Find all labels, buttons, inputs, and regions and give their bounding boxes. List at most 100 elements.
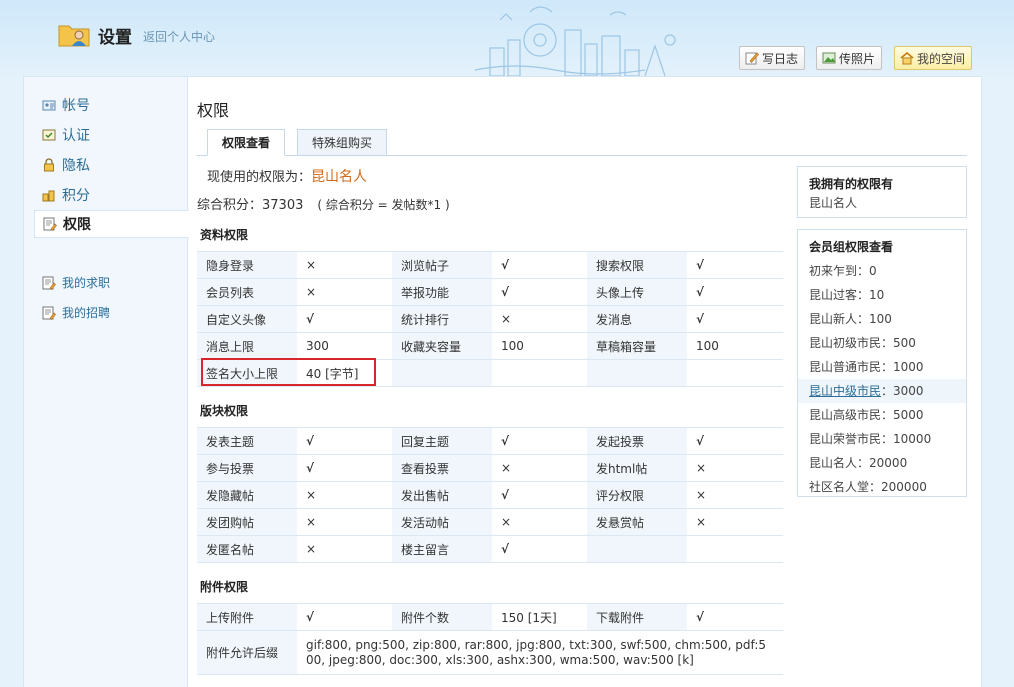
attachment-permissions-table: 上传附件 √ 附件个数 150 [1天] 下载附件 √ 附件允许后缀 gif:8… bbox=[197, 603, 783, 675]
sidebar-item-certify[interactable]: 认证 bbox=[34, 121, 188, 149]
my-space-label: 我的空间 bbox=[917, 51, 966, 66]
write-diary-button[interactable]: 写日志 bbox=[739, 46, 806, 70]
table-cell-value: × bbox=[297, 278, 392, 306]
photo-icon bbox=[822, 52, 836, 64]
table-cell-value: √ bbox=[492, 481, 587, 509]
sidebar-sub-label: 我的求职 bbox=[62, 276, 111, 290]
separator: ： bbox=[881, 432, 894, 446]
sidebar-item-credits[interactable]: 积分 bbox=[34, 181, 188, 209]
sidebar-item-label: 认证 bbox=[62, 128, 90, 144]
tab-special-group-buy[interactable]: 特殊组购买 bbox=[297, 129, 388, 156]
table-cell-value: √ bbox=[297, 427, 392, 455]
table-row: 发表主题 √ 回复主题 √ 发起投票 √ bbox=[197, 427, 783, 455]
group-name: 昆山名人 bbox=[809, 456, 858, 470]
back-to-center-link[interactable]: 返回个人中心 bbox=[143, 28, 215, 45]
table-cell-label: 浏览帖子 bbox=[392, 251, 492, 279]
sidebar-item-privacy[interactable]: 隐私 bbox=[34, 151, 188, 179]
group-item[interactable]: 昆山中级市民：3000 bbox=[798, 379, 966, 403]
sidebar-item-label: 积分 bbox=[62, 188, 90, 204]
table-cell-label: 回复主题 bbox=[392, 427, 492, 455]
table-cell-label: 附件允许后缀 bbox=[197, 630, 297, 675]
table-cell-label: 参与投票 bbox=[197, 454, 297, 482]
current-permission-value: 昆山名人 bbox=[311, 169, 368, 185]
edit-icon bbox=[42, 306, 56, 320]
group-value: 0 bbox=[869, 264, 877, 278]
group-name[interactable]: 昆山中级市民 bbox=[809, 384, 881, 398]
table-cell-value: × bbox=[297, 251, 392, 279]
credit-formula: ( 综合积分 = 发帖数*1 ) bbox=[317, 198, 450, 212]
separator: ： bbox=[857, 288, 870, 302]
table-cell-value: × bbox=[492, 305, 587, 333]
group-item: 昆山过客：10 bbox=[798, 283, 966, 307]
table-cell-label: 草稿箱容量 bbox=[587, 332, 687, 360]
sidebar-item-my-recruit[interactable]: 我的招聘 bbox=[42, 304, 110, 321]
sidebar-item-account[interactable]: 帐号 bbox=[34, 91, 188, 119]
table-cell-label: 发消息 bbox=[587, 305, 687, 333]
home-icon bbox=[900, 52, 914, 65]
separator: ： bbox=[857, 264, 870, 278]
sidebar-item-label: 帐号 bbox=[62, 98, 90, 114]
table-cell-value bbox=[492, 359, 587, 387]
table-cell-label: 搜索权限 bbox=[587, 251, 687, 279]
table-cell-value: × bbox=[687, 454, 783, 482]
table-cell-value: √ bbox=[687, 603, 783, 631]
group-name: 昆山高级市民 bbox=[809, 408, 882, 422]
table-cell-label: 发隐藏帖 bbox=[197, 481, 297, 509]
table-row: 附件允许后缀 gif:800, png:500, zip:800, rar:80… bbox=[197, 630, 783, 675]
group-item: 昆山名人：20000 bbox=[798, 451, 966, 475]
current-permission: 现使用的权限为：昆山名人 bbox=[207, 166, 367, 186]
table-cell-value: √ bbox=[297, 454, 392, 482]
owned-permission-value: 昆山名人 bbox=[809, 196, 858, 210]
group-permissions-title: 会员组权限查看 bbox=[809, 240, 894, 254]
table-cell-value: √ bbox=[492, 278, 587, 306]
table-row: 发匿名帖 × 楼主留言 √ bbox=[197, 535, 783, 563]
separator: ： bbox=[857, 456, 870, 470]
group-name: 昆山荣誉市民 bbox=[809, 432, 882, 446]
table-cell-value: 100 bbox=[687, 332, 783, 360]
board-permissions-table: 发表主题 √ 回复主题 √ 发起投票 √ 参与投票 √ 查看投票 × 发html帖 × 发隐藏帖 × 发出售… bbox=[197, 427, 783, 563]
table-cell-value: × bbox=[297, 508, 392, 536]
sidebar-item-permission[interactable]: 权限 bbox=[34, 210, 189, 238]
group-value: 100 bbox=[869, 312, 892, 326]
group-value: 3000 bbox=[893, 384, 924, 398]
sidebar-item-my-job-search[interactable]: 我的求职 bbox=[42, 274, 110, 291]
group-name: 昆山普通市民 bbox=[809, 360, 882, 374]
group-item: 昆山普通市民：1000 bbox=[798, 355, 966, 379]
separator: ： bbox=[881, 336, 894, 350]
table-cell-label: 发团购帖 bbox=[197, 508, 297, 536]
table-cell-label bbox=[392, 359, 492, 387]
table-cell-value: × bbox=[492, 508, 587, 536]
table-cell-label: 举报功能 bbox=[392, 278, 492, 306]
sidebar-item-label: 权限 bbox=[63, 217, 91, 233]
table-row: 消息上限 300 收藏夹容量 100 草稿箱容量 100 bbox=[197, 332, 783, 360]
separator: ： bbox=[881, 360, 894, 374]
table-row: 发隐藏帖 × 发出售帖 √ 评分权限 × bbox=[197, 481, 783, 509]
sidebar-sub-label: 我的招聘 bbox=[62, 306, 111, 320]
table-cell-label: 发活动帖 bbox=[392, 508, 492, 536]
table-row: 上传附件 √ 附件个数 150 [1天] 下载附件 √ bbox=[197, 603, 783, 631]
settings-folder-icon bbox=[58, 25, 90, 47]
my-space-button[interactable]: 我的空间 bbox=[894, 46, 973, 70]
table-cell-label: 头像上传 bbox=[587, 278, 687, 306]
id-card-icon bbox=[42, 100, 56, 111]
table-cell-label: 发出售帖 bbox=[392, 481, 492, 509]
group-value: 10000 bbox=[893, 432, 932, 446]
table-cell-label: 消息上限 bbox=[197, 332, 297, 360]
table-cell-value: √ bbox=[297, 603, 392, 631]
group-name: 社区名人堂 bbox=[809, 480, 870, 494]
table-cell-label bbox=[587, 535, 687, 563]
coins-icon bbox=[42, 190, 55, 202]
highlight-box bbox=[201, 358, 376, 386]
permission-icon bbox=[43, 217, 57, 231]
group-item: 昆山荣誉市民：10000 bbox=[798, 427, 966, 451]
group-name: 初来乍到 bbox=[809, 264, 858, 278]
page-title: 设置 bbox=[98, 28, 132, 48]
current-permission-label: 现使用的权限为： bbox=[207, 170, 312, 185]
group-item: 昆山初级市民：500 bbox=[798, 331, 966, 355]
tab-permission-view[interactable]: 权限查看 bbox=[207, 129, 286, 156]
upload-photo-button[interactable]: 传照片 bbox=[816, 46, 883, 70]
separator: ： bbox=[881, 384, 894, 398]
certify-icon bbox=[42, 129, 56, 141]
table-cell-label: 统计排行 bbox=[392, 305, 492, 333]
table-cell-value: √ bbox=[687, 427, 783, 455]
